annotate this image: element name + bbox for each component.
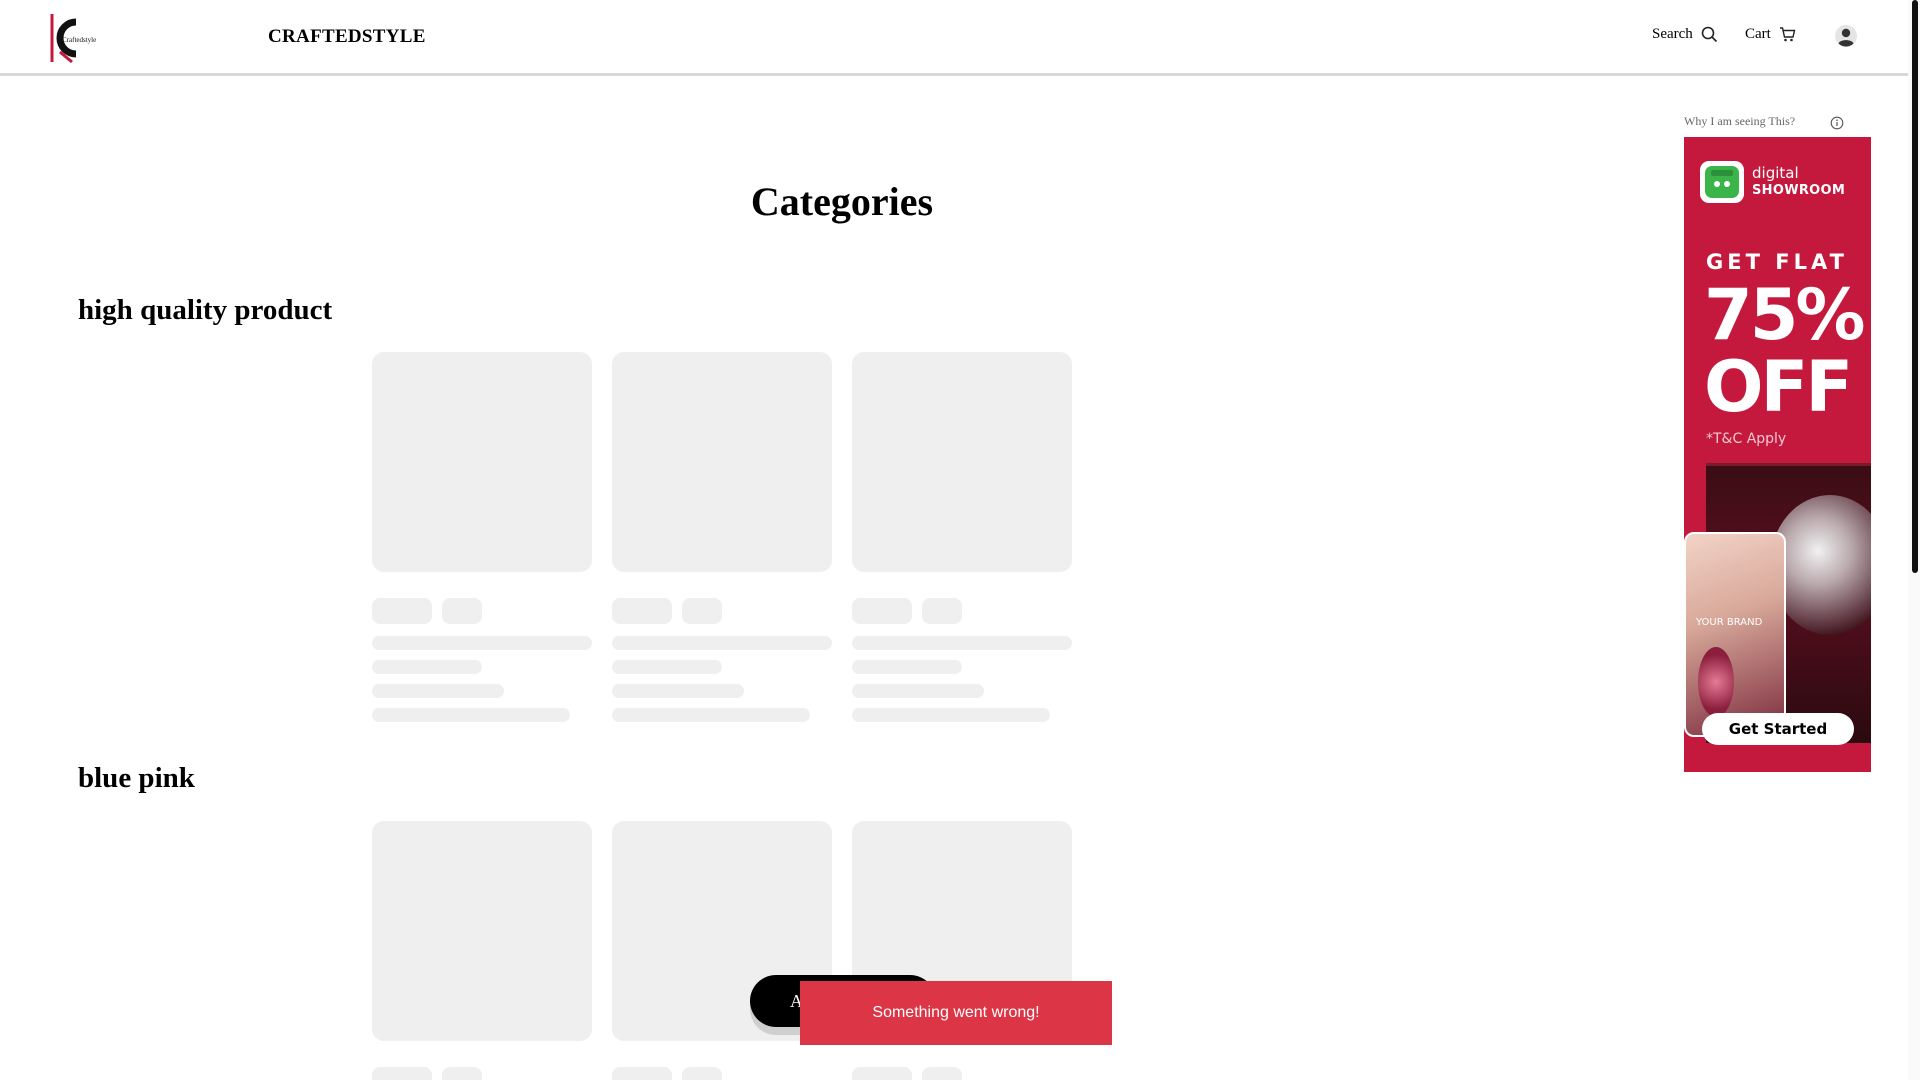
skeleton-tag <box>852 598 912 624</box>
product-grid <box>372 352 1072 722</box>
logo-mark-icon: Craftedstyle <box>50 14 96 64</box>
skeleton-line <box>612 636 832 650</box>
skeleton-tag <box>682 1067 722 1080</box>
skeleton-image <box>372 352 592 572</box>
section-title-blue-pink: blue pink <box>78 762 195 794</box>
product-card-skeleton <box>612 821 832 1080</box>
skeleton-tag <box>372 1067 432 1080</box>
ad-headline-get-flat: GET FLAT <box>1706 250 1848 274</box>
error-toast: Something went wrong! <box>800 981 1112 1045</box>
page: Craftedstyle CRAFTEDSTYLE Search Cart Ca… <box>0 0 1920 1080</box>
brand-name[interactable]: CRAFTEDSTYLE <box>268 26 426 48</box>
product-card-skeleton <box>372 352 592 722</box>
ad-banner[interactable]: digital SHOWROOM GET FLAT 75% OFF *T&C A… <box>1684 137 1871 772</box>
user-icon <box>1835 25 1857 47</box>
ad-headline-percent: 75% <box>1704 274 1866 356</box>
ad-headline-off: OFF <box>1704 346 1853 428</box>
skeleton-line <box>852 660 962 674</box>
skeleton-line <box>372 708 570 722</box>
skeleton-image <box>372 821 592 1041</box>
user-account-button[interactable] <box>1834 24 1858 48</box>
ad-brand-line1: digital <box>1752 164 1799 182</box>
info-icon <box>1830 116 1844 130</box>
skeleton-line <box>372 684 504 698</box>
skeleton-tag <box>372 598 432 624</box>
nav-search-link[interactable]: Search <box>1652 26 1718 43</box>
skeleton-tag <box>612 598 672 624</box>
nav-cart-label: Cart <box>1745 26 1771 42</box>
skeleton-line <box>852 636 1072 650</box>
storefront-icon <box>1705 166 1739 198</box>
skeleton-tag <box>852 1067 912 1080</box>
ad-info-button[interactable] <box>1830 116 1844 130</box>
skeleton-line <box>372 660 482 674</box>
ad-terms: *T&C Apply <box>1706 431 1787 447</box>
skeleton-tag <box>612 1067 672 1080</box>
nav-search-label: Search <box>1652 26 1693 42</box>
product-card-skeleton <box>852 352 1072 722</box>
ad-brand-line2: SHOWROOM <box>1752 183 1846 198</box>
section-title-high-quality-product: high quality product <box>78 294 333 326</box>
skeleton-image <box>612 352 832 572</box>
skeleton-line <box>852 684 984 698</box>
skeleton-line <box>852 708 1050 722</box>
skeleton-tag <box>922 598 962 624</box>
ad-why-link[interactable]: Why I am seeing This? <box>1684 114 1795 129</box>
svg-text:Craftedstyle: Craftedstyle <box>62 36 96 44</box>
scrollbar-thumb[interactable] <box>1912 0 1918 573</box>
skeleton-line <box>372 636 592 650</box>
site-logo[interactable]: Craftedstyle <box>46 12 100 64</box>
skeleton-tag <box>442 598 482 624</box>
page-title: Categories <box>750 179 934 224</box>
skeleton-image <box>852 352 1072 572</box>
skeleton-tag <box>442 1067 482 1080</box>
skeleton-line <box>612 684 744 698</box>
ad-logo <box>1700 161 1744 203</box>
cart-icon <box>1779 27 1796 42</box>
ad-get-started-button[interactable]: Get Started <box>1702 713 1854 745</box>
ad-phone-mockup <box>1684 532 1786 737</box>
ad-earring-image <box>1698 647 1734 717</box>
site-header: Craftedstyle CRAFTEDSTYLE Search Cart <box>0 0 1908 76</box>
skeleton-tag <box>922 1067 962 1080</box>
ad-mockup-text: YOUR BRAND <box>1696 617 1763 628</box>
search-icon <box>1701 26 1717 43</box>
product-card-skeleton <box>372 821 592 1080</box>
nav-cart-link[interactable]: Cart <box>1745 26 1796 43</box>
skeleton-tag <box>682 598 722 624</box>
skeleton-line <box>612 660 722 674</box>
product-card-skeleton <box>612 352 832 722</box>
skeleton-line <box>612 708 810 722</box>
